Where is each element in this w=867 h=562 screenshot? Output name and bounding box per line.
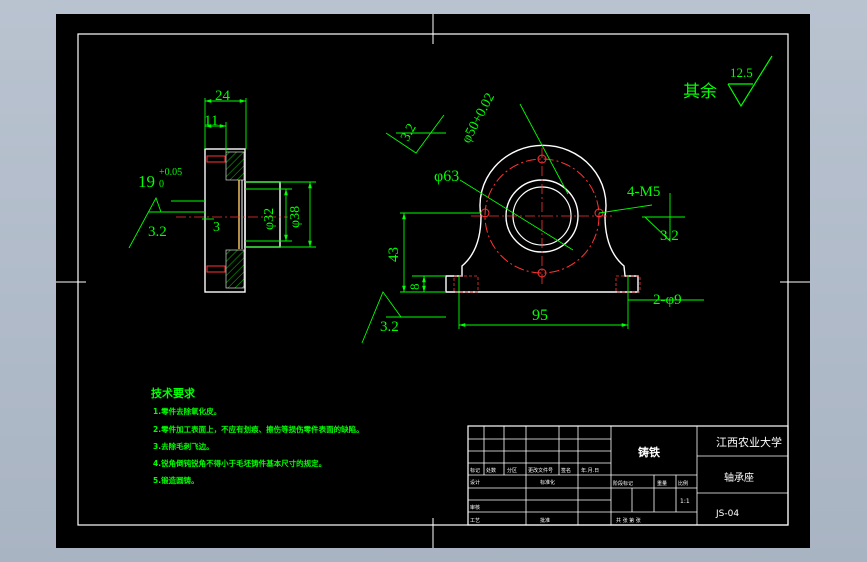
tb-label-change-doc: 更改文件号 bbox=[528, 467, 553, 474]
tb-label-standard: 标准化 bbox=[540, 479, 555, 486]
dim-width-24: 24 bbox=[215, 88, 231, 104]
dim-bore-32: φ32 bbox=[262, 208, 277, 230]
roughness-right-value: 3.2 bbox=[660, 228, 679, 244]
drawing-sheet: 其余 12.5 24 11 19 +0.05 0 3.2 3 φ32 φ38 φ… bbox=[56, 14, 810, 548]
tech-req-item-3: 3.去除毛刺飞边。 bbox=[153, 441, 214, 451]
roughness-bottom-value: 3.2 bbox=[380, 319, 399, 335]
roughness-left-value: 3.2 bbox=[148, 224, 167, 240]
tech-req-item-4: 4.锐角倒钝锐角不得小于毛坯铸件基本尺寸的规定。 bbox=[153, 458, 326, 468]
tb-label-sheets: 共 张 第 张 bbox=[616, 517, 641, 524]
dim-tolerance-base: 19 bbox=[138, 172, 155, 191]
dim-flange-11: 11 bbox=[204, 113, 218, 129]
tb-label-design: 设计 bbox=[470, 479, 480, 486]
tb-label-ratio: 比例 bbox=[678, 480, 688, 487]
title-drawing-no: JS-04 bbox=[715, 509, 739, 519]
dim-base-8: 8 bbox=[407, 284, 422, 291]
dim-circle-63: φ63 bbox=[434, 168, 459, 185]
dim-tapped-4m5: 4-M5 bbox=[627, 184, 660, 200]
roughness-top-value: 3.2 bbox=[398, 121, 419, 143]
tb-label-process: 工艺 bbox=[470, 518, 480, 524]
finish-note-value: 12.5 bbox=[730, 65, 753, 80]
tb-label-date: 年.月.日 bbox=[581, 467, 599, 474]
tb-label-count: 处数 bbox=[486, 467, 496, 474]
title-part-name: 轴承座 bbox=[724, 471, 754, 484]
tech-req-item-1: 1.零件去除氧化皮。 bbox=[153, 406, 221, 416]
dim-tolerance-lower: 0 bbox=[159, 179, 164, 190]
engineering-drawing: 其余 12.5 24 11 19 +0.05 0 3.2 3 φ32 φ38 φ… bbox=[56, 14, 810, 548]
title-material: 铸铁 bbox=[638, 445, 660, 459]
tech-req-item-2: 2.零件加工表面上，不应有划痕、擦伤等损伤零件表面的缺陷。 bbox=[153, 424, 364, 434]
dim-length-95: 95 bbox=[532, 307, 548, 324]
tb-label-stage-mark: 阶段标记 bbox=[613, 480, 633, 487]
dim-small-3: 3 bbox=[213, 220, 220, 235]
tb-label-approve: 批准 bbox=[540, 517, 550, 524]
tb-label-sign: 签名 bbox=[561, 467, 571, 474]
dim-outer-38: φ38 bbox=[288, 206, 303, 228]
drawing-border bbox=[77, 33, 789, 526]
dim-fit-50: φ50+0.02 bbox=[459, 91, 498, 146]
dim-tolerance-upper: +0.05 bbox=[159, 167, 182, 178]
title-scale: 1:1 bbox=[680, 498, 690, 505]
tech-req-title: 技术要求 bbox=[151, 386, 196, 400]
finish-symbol-general bbox=[727, 55, 773, 108]
tech-req-item-5: 5.锻造圆铸。 bbox=[153, 475, 199, 485]
front-view bbox=[445, 144, 641, 293]
title-school: 江西农业大学 bbox=[716, 435, 782, 449]
tb-label-weight: 重量 bbox=[657, 480, 667, 487]
dim-height-43: 43 bbox=[386, 247, 402, 262]
tb-label-review: 审核 bbox=[470, 504, 480, 511]
dim-holes-2phi9: 2-φ9 bbox=[653, 292, 682, 308]
tb-label-zone: 分区 bbox=[507, 467, 517, 474]
tb-label-mark: 标记 bbox=[470, 467, 480, 474]
finish-note-label: 其余 bbox=[683, 82, 717, 101]
